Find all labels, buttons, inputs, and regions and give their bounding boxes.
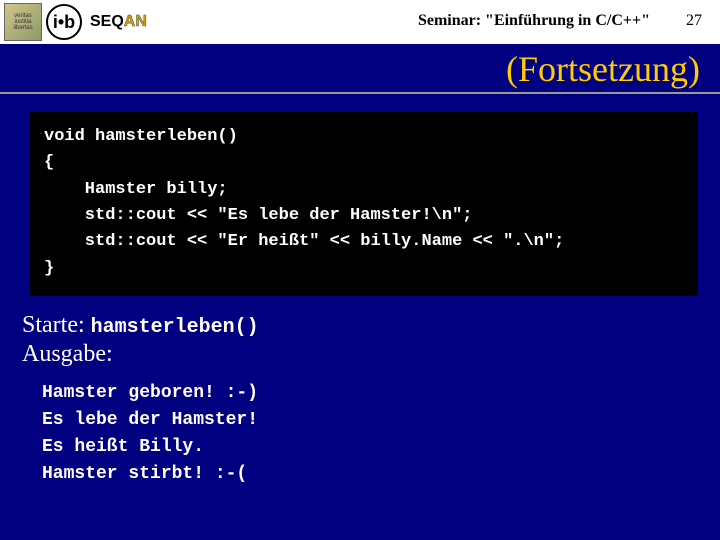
slide-header: veritas iustitia libertas i•b SEQAN Semi…: [0, 0, 720, 44]
slide-title: (Fortsetzung): [0, 44, 720, 94]
university-seal-logo: veritas iustitia libertas: [4, 3, 42, 41]
logo-row: veritas iustitia libertas i•b SEQAN: [0, 3, 151, 41]
seqan-logo: SEQAN: [86, 3, 151, 41]
page-number: 27: [686, 12, 702, 30]
code-block: void hamsterleben() { Hamster billy; std…: [30, 112, 698, 296]
seqan-logo-seq: SEQ: [90, 13, 124, 31]
starte-function: hamsterleben(): [91, 316, 259, 339]
program-output: Hamster geboren! :-) Es lebe der Hamster…: [22, 370, 720, 488]
starte-label: Starte:: [22, 312, 85, 338]
ausgabe-label: Ausgabe:: [22, 341, 720, 368]
body-content: Starte: hamsterleben() Ausgabe: Hamster …: [0, 296, 720, 488]
starte-line: Starte: hamsterleben(): [22, 312, 720, 339]
seqan-logo-an: AN: [124, 13, 147, 31]
seminar-title: Seminar: "Einführung in C/C++": [418, 12, 650, 30]
ib-logo: i•b: [46, 4, 82, 40]
